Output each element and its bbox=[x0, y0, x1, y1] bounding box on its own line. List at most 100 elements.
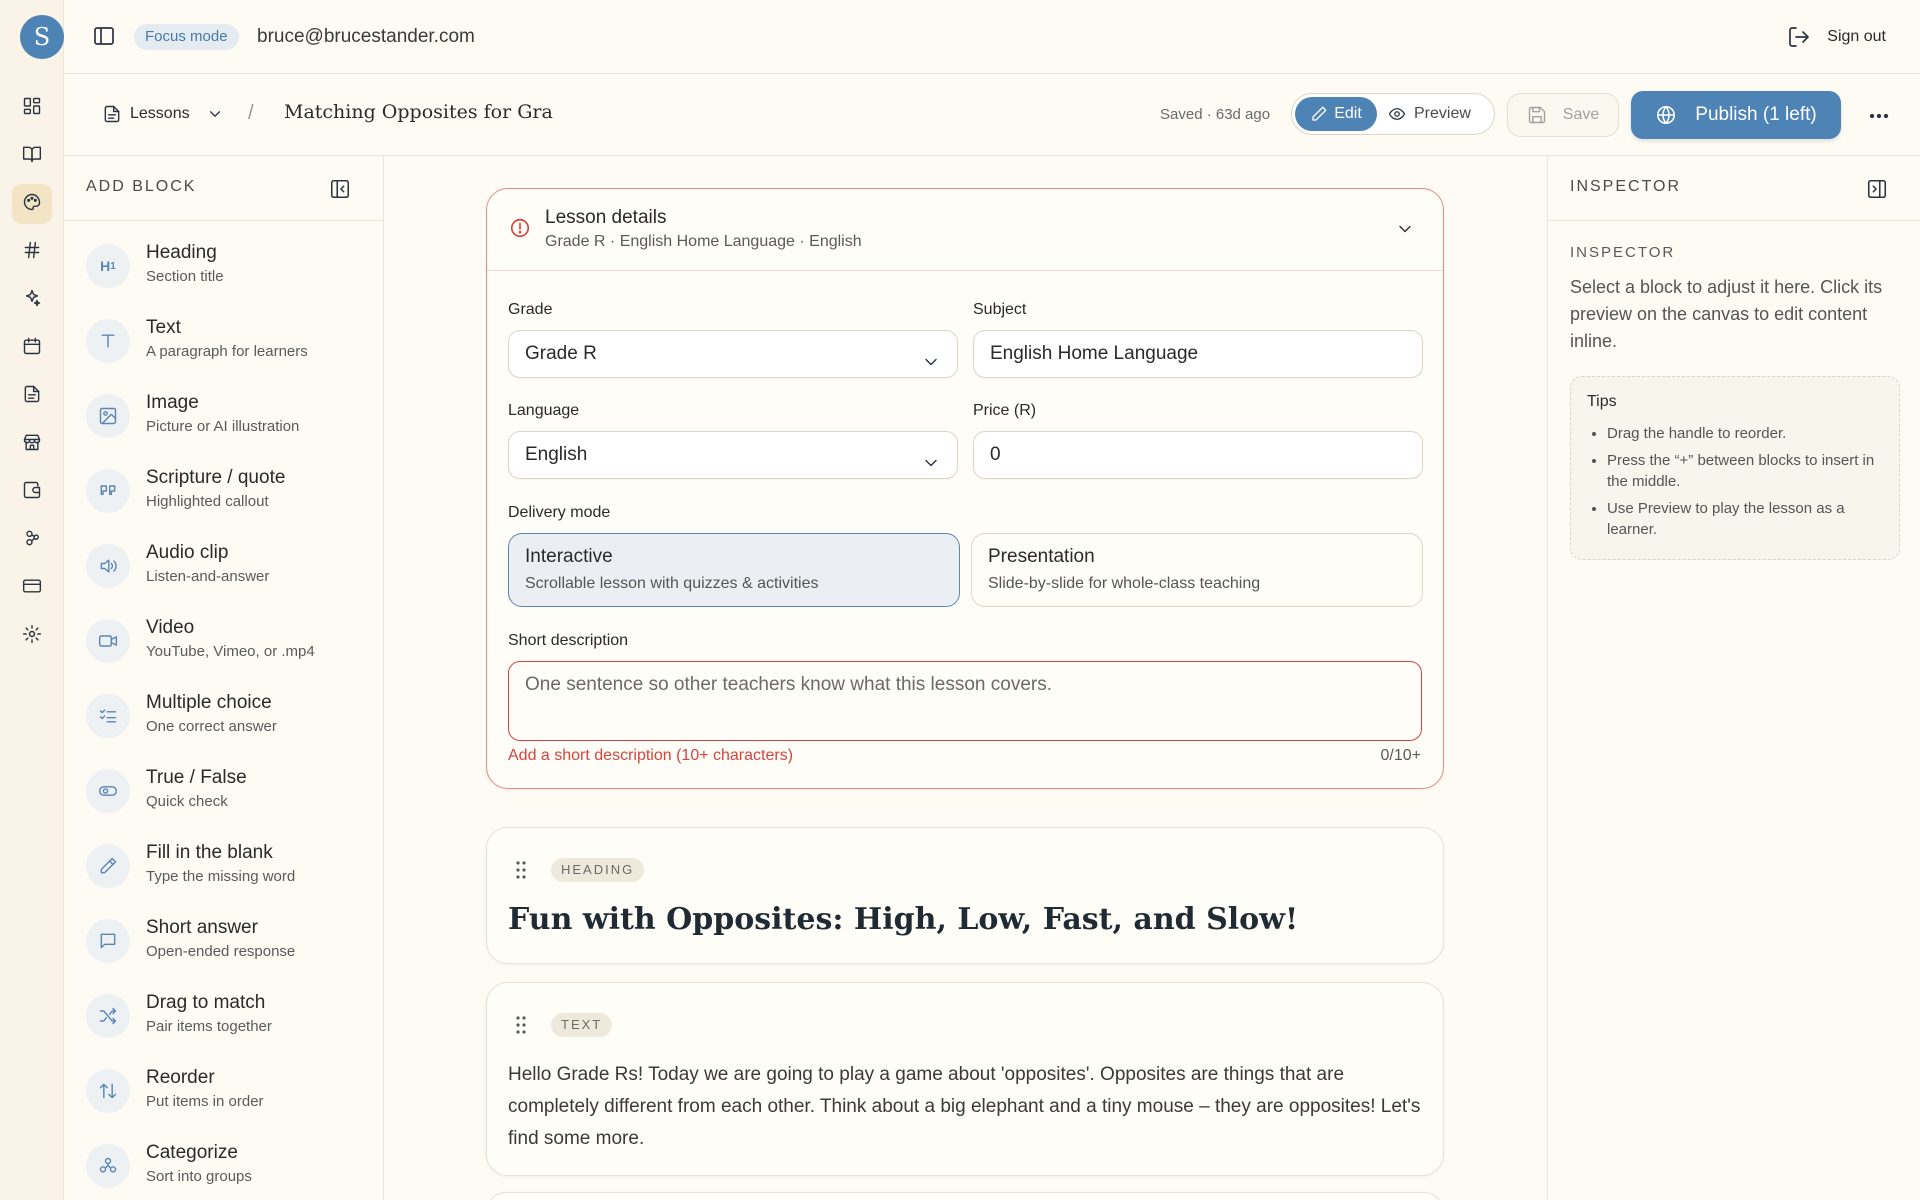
sparkle-icon bbox=[22, 288, 42, 313]
delivery-mode-interactive[interactable]: Interactive Scrollable lesson with quizz… bbox=[508, 533, 960, 607]
mode-title: Presentation bbox=[988, 546, 1095, 567]
drag-handle-icon[interactable] bbox=[515, 860, 527, 880]
short-description-error: Add a short description (10+ characters) bbox=[508, 747, 794, 764]
lesson-details-header[interactable]: Lesson details Grade R · English Home La… bbox=[487, 189, 1443, 271]
add-fill-blank-block[interactable]: Fill in the blank Type the missing word bbox=[86, 836, 366, 896]
toggle-icon bbox=[86, 769, 130, 813]
add-image-block[interactable]: Image Picture or AI illustration bbox=[86, 386, 366, 446]
block-name: Video bbox=[146, 617, 195, 638]
delivery-mode-label: Delivery mode bbox=[508, 504, 611, 521]
text-block[interactable]: TEXT Hello Grade Rs! Today we are going … bbox=[486, 982, 1444, 1176]
tips-title: Tips bbox=[1587, 393, 1617, 410]
price-label: Price (R) bbox=[973, 402, 1037, 419]
rail-documents[interactable] bbox=[12, 376, 52, 416]
preview-label: Preview bbox=[1414, 105, 1471, 122]
mode-desc: Slide-by-slide for whole-class teaching bbox=[988, 575, 1261, 592]
mode-desc: Scrollable lesson with quizzes & activit… bbox=[525, 575, 819, 592]
categorize-icon bbox=[86, 1144, 130, 1188]
subject-field[interactable]: English Home Language bbox=[973, 330, 1423, 378]
breadcrumb-lessons[interactable]: Lessons bbox=[102, 102, 224, 126]
chevron-down-icon[interactable] bbox=[1395, 219, 1415, 239]
add-multiple-choice-block[interactable]: Multiple choice One correct answer bbox=[86, 686, 366, 746]
add-reorder-block[interactable]: Reorder Put items in order bbox=[86, 1061, 366, 1121]
delivery-mode-presentation[interactable]: Presentation Slide-by-slide for whole-cl… bbox=[971, 533, 1423, 607]
divider bbox=[64, 220, 384, 221]
language-select[interactable]: English bbox=[508, 431, 958, 479]
lesson-details-summary: Grade R · English Home Language · Englis… bbox=[545, 233, 862, 250]
add-drag-match-block[interactable]: Drag to match Pair items together bbox=[86, 986, 366, 1046]
add-categorize-block[interactable]: Categorize Sort into groups bbox=[86, 1136, 366, 1196]
inspector-title: INSPECTOR bbox=[1570, 178, 1682, 195]
short-description-textarea[interactable]: One sentence so other teachers know what… bbox=[508, 661, 1422, 741]
edit-label: Edit bbox=[1334, 105, 1362, 122]
focus-mode-badge[interactable]: Focus mode bbox=[134, 24, 239, 50]
collapse-panel-icon[interactable] bbox=[329, 178, 351, 200]
grade-select[interactable]: Grade R bbox=[508, 330, 958, 378]
rail-editor[interactable] bbox=[12, 184, 52, 224]
block-desc: Quick check bbox=[146, 793, 228, 810]
add-true-false-block[interactable]: True / False Quick check bbox=[86, 761, 366, 821]
block-name: Heading bbox=[146, 242, 217, 263]
add-text-block[interactable]: Text A paragraph for learners bbox=[86, 311, 366, 371]
rail-store[interactable] bbox=[12, 424, 52, 464]
rail-wallet[interactable] bbox=[12, 472, 52, 512]
rail-billing[interactable] bbox=[12, 568, 52, 608]
mode-title: Interactive bbox=[525, 546, 613, 567]
avatar[interactable]: S bbox=[20, 15, 64, 59]
block-name: Categorize bbox=[146, 1142, 238, 1163]
more-options-icon[interactable] bbox=[1867, 104, 1891, 128]
eye-icon bbox=[1388, 105, 1406, 123]
save-button[interactable]: Save bbox=[1507, 93, 1619, 137]
checklist-icon bbox=[86, 694, 130, 738]
rail-community[interactable] bbox=[12, 520, 52, 560]
block-desc: Listen-and-answer bbox=[146, 568, 270, 585]
add-heading-block[interactable]: H1 Heading Section title bbox=[86, 236, 366, 296]
add-block-title: ADD BLOCK bbox=[86, 178, 197, 195]
block-type-tag: HEADING bbox=[551, 858, 645, 882]
tips-list: Drag the handle to reorder. Press the “+… bbox=[1587, 423, 1883, 540]
block-desc: Picture or AI illustration bbox=[146, 418, 300, 435]
rail-ai[interactable] bbox=[12, 280, 52, 320]
add-short-answer-block[interactable]: Short answer Open-ended response bbox=[86, 911, 366, 971]
image-icon bbox=[86, 394, 130, 438]
sign-out-label: Sign out bbox=[1827, 28, 1886, 45]
rail-library[interactable] bbox=[12, 136, 52, 176]
lesson-title[interactable]: Matching Opposites for Gra bbox=[284, 101, 553, 123]
block-desc: Section title bbox=[146, 268, 224, 285]
block-desc: Put items in order bbox=[146, 1093, 264, 1110]
rail-hash[interactable] bbox=[12, 232, 52, 272]
video-icon bbox=[86, 619, 130, 663]
collapse-inspector-icon[interactable] bbox=[1866, 178, 1888, 200]
text-content[interactable]: Hello Grade Rs! Today we are going to pl… bbox=[508, 1059, 1428, 1155]
sidebar-toggle-icon[interactable] bbox=[92, 24, 116, 48]
publish-button[interactable]: Publish (1 left) bbox=[1631, 91, 1841, 139]
heading-content[interactable]: Fun with Opposites: High, Low, Fast, and… bbox=[508, 902, 1298, 937]
block-desc: Sort into groups bbox=[146, 1168, 252, 1185]
sign-out-button[interactable]: Sign out bbox=[1787, 22, 1886, 52]
rail-dashboard[interactable] bbox=[12, 88, 52, 128]
add-quote-block[interactable]: Scripture / quote Highlighted callout bbox=[86, 461, 366, 521]
next-block[interactable] bbox=[486, 1192, 1444, 1200]
drag-handle-icon[interactable] bbox=[515, 1015, 527, 1035]
save-icon bbox=[1527, 105, 1547, 125]
lesson-details-title: Lesson details bbox=[545, 207, 667, 228]
reorder-icon bbox=[86, 1069, 130, 1113]
add-audio-block[interactable]: Audio clip Listen-and-answer bbox=[86, 536, 366, 596]
language-label: Language bbox=[508, 402, 580, 419]
heading-block[interactable]: HEADING Fun with Opposites: High, Low, F… bbox=[486, 827, 1444, 964]
price-field[interactable]: 0 bbox=[973, 431, 1423, 479]
rail-settings[interactable] bbox=[12, 616, 52, 656]
add-video-block[interactable]: Video YouTube, Vimeo, or .mp4 bbox=[86, 611, 366, 671]
chevron-down-icon bbox=[921, 344, 941, 366]
settings-icon bbox=[22, 624, 42, 649]
subject-label: Subject bbox=[973, 301, 1027, 318]
edit-mode-button[interactable]: Edit bbox=[1295, 97, 1377, 131]
text-icon bbox=[86, 319, 130, 363]
preview-mode-button[interactable]: Preview bbox=[1388, 97, 1471, 131]
block-desc: One correct answer bbox=[146, 718, 277, 735]
block-desc: Highlighted callout bbox=[146, 493, 269, 510]
block-name: Short answer bbox=[146, 917, 258, 938]
rail-calendar[interactable] bbox=[12, 328, 52, 368]
file-icon bbox=[102, 104, 122, 124]
calendar-icon bbox=[22, 336, 42, 361]
